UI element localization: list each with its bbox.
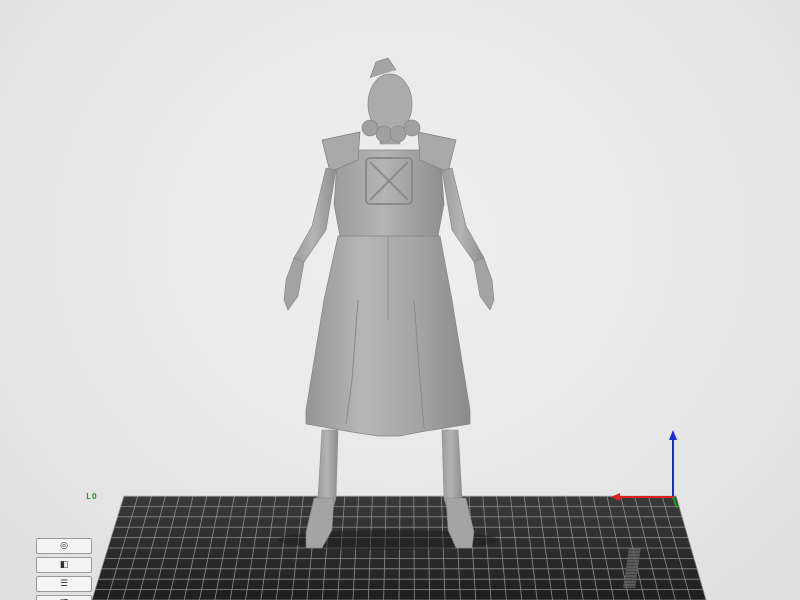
right-hand [473, 257, 495, 311]
left-arm [293, 167, 337, 263]
view-layers-icon: ☰ [59, 578, 69, 589]
axis-gizmo [611, 430, 678, 509]
character-model[interactable] [283, 57, 495, 549]
view-front-button[interactable]: ◧ [36, 557, 92, 573]
build-plate-label: LO [86, 492, 98, 501]
view-toolbar: ◎ ◧ ☰ ◨ ⟲ [36, 538, 94, 600]
left-hand [283, 257, 305, 311]
scene-canvas[interactable] [0, 0, 800, 600]
view-side-button[interactable]: ◨ [36, 595, 92, 600]
view-3d-button[interactable]: ◎ [36, 538, 92, 554]
view-layers-button[interactable]: ☰ [36, 576, 92, 592]
view-3d-icon: ◎ [60, 540, 68, 551]
z-axis-arrow-icon [669, 430, 677, 440]
3d-viewport[interactable]: LO ◎ ◧ ☰ ◨ ⟲ [0, 0, 800, 600]
right-arm [441, 167, 485, 263]
view-front-icon: ◧ [59, 559, 69, 570]
